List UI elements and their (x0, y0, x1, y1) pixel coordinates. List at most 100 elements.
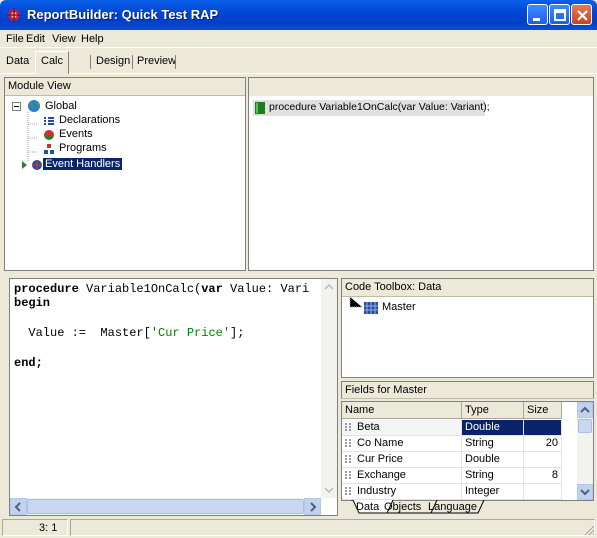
status-panel: 3: 1 (2, 519, 68, 536)
events-icon (44, 130, 54, 140)
table-icon (364, 302, 378, 314)
tree-item-programs[interactable]: Programs (59, 142, 107, 154)
tab-separator (175, 55, 176, 69)
code-toolbox-panel: Code Toolbox: Data Master (341, 278, 594, 378)
fields-grid[interactable]: Name Type Size Beta Double Co Name String 20… (341, 401, 594, 501)
field-name-label: Exchange (357, 469, 406, 481)
tree-item-events[interactable]: Events (59, 128, 93, 140)
column-name-header[interactable]: Name (342, 402, 462, 419)
bottom-tab-language[interactable]: Language (428, 501, 477, 513)
field-grip-icon (345, 439, 351, 448)
menu-bar: File Edit View Help (0, 30, 597, 48)
workspace-tabs: Data Calc Design Preview (0, 50, 597, 74)
procedure-item[interactable]: procedure Variable1OnCalc(var Value: Var… (253, 100, 490, 116)
status-bar: 3: 1 (0, 516, 597, 538)
vertical-scrollbar[interactable] (321, 279, 337, 498)
size-grip-icon[interactable] (583, 524, 595, 536)
field-size-cell[interactable] (524, 484, 562, 500)
scroll-up-icon[interactable] (321, 279, 337, 295)
tab-preview[interactable]: Preview (137, 55, 176, 67)
tab-separator (132, 55, 133, 69)
app-icon (7, 8, 21, 22)
tab-data[interactable]: Data (6, 55, 29, 67)
procedure-item-label: procedure Variable1OnCalc(var Value: Var… (269, 101, 490, 113)
code-line-1: procedure Variable1OnCalc(var Value: Var… (14, 282, 310, 296)
field-name-label: Cur Price (357, 453, 403, 465)
tree-item-declarations[interactable]: Declarations (59, 114, 120, 126)
fields-header: Fields for Master (341, 381, 594, 399)
field-size-cell[interactable]: 8 (524, 468, 562, 484)
minimize-button[interactable] (527, 4, 548, 25)
maximize-icon (554, 9, 566, 21)
code-editor[interactable]: procedure Variable1OnCalc(var Value: Var… (9, 278, 338, 516)
field-type-cell[interactable]: Double (462, 452, 524, 468)
bottom-tab-data[interactable]: Data (356, 501, 379, 513)
close-button[interactable] (571, 4, 592, 25)
fields-scrollbar[interactable] (577, 402, 593, 500)
menu-view[interactable]: View (52, 33, 76, 45)
tree-item-event-handlers[interactable]: Event Handlers (43, 158, 123, 170)
field-type-cell[interactable]: String (462, 436, 524, 452)
cursor-position: 3: 1 (39, 522, 58, 534)
close-icon (577, 10, 588, 21)
globe-icon (28, 100, 40, 112)
field-name-cell[interactable]: Cur Price (342, 452, 462, 468)
event-handlers-icon (22, 160, 42, 170)
field-name-label: Co Name (357, 437, 404, 449)
field-type-cell[interactable]: Integer (462, 484, 524, 500)
procedure-icon (255, 102, 265, 114)
code-toolbox-header: Code Toolbox: Data (342, 279, 593, 297)
field-size-cell[interactable] (524, 420, 562, 436)
field-grip-icon (345, 471, 351, 480)
fields-scroll-up-button[interactable] (577, 402, 593, 418)
tree-item-global[interactable]: Global (45, 100, 77, 112)
scroll-down-icon[interactable] (321, 482, 337, 498)
field-type-cell[interactable]: String (462, 468, 524, 484)
module-view-panel: Module View Global Declarations Events P… (4, 77, 246, 271)
fields-panel: Fields for Master Name Type Size Beta Dou… (341, 381, 594, 516)
field-name-label: Industry (357, 485, 397, 497)
maximize-button[interactable] (549, 4, 570, 25)
toolbox-item-master[interactable]: Master (382, 301, 416, 313)
status-panel-right (70, 519, 595, 536)
declarations-icon (44, 117, 54, 125)
module-view-header: Module View (5, 78, 245, 96)
field-name-cell[interactable]: Co Name (342, 436, 462, 452)
scroll-thumb[interactable] (27, 499, 304, 514)
code-line-2: begin (14, 296, 51, 310)
window-title: ReportBuilder: Quick Test RAP (27, 7, 219, 22)
programs-icon (44, 144, 54, 154)
field-grip-icon (345, 423, 351, 432)
field-type-cell[interactable]: Double (462, 420, 524, 436)
menu-file[interactable]: File (6, 33, 24, 45)
tab-design[interactable]: Design (96, 55, 130, 67)
tab-calc[interactable]: Calc (35, 51, 70, 74)
scroll-left-button[interactable] (10, 498, 27, 515)
horizontal-scrollbar[interactable] (10, 498, 321, 515)
bottom-tab-objects[interactable]: Objects (384, 501, 421, 513)
field-grip-icon (345, 455, 351, 464)
field-name-label: Beta (357, 421, 380, 433)
menu-edit[interactable]: Edit (26, 33, 45, 45)
field-size-cell[interactable]: 20 (524, 436, 562, 452)
field-name-cell[interactable]: Exchange (342, 468, 462, 484)
scroll-right-icon (310, 502, 317, 512)
title-bar: ReportBuilder: Quick Test RAP (0, 0, 597, 30)
menu-help[interactable]: Help (81, 33, 104, 45)
code-line-4: Value := Master['Cur Price']; (14, 326, 245, 340)
code-line-6: end; (14, 356, 43, 370)
scroll-right-button[interactable] (304, 498, 321, 515)
tab-separator (90, 55, 91, 69)
scroll-down-icon (580, 489, 590, 496)
scroll-up-icon (580, 406, 590, 413)
scroll-left-icon (14, 502, 21, 512)
column-size-header[interactable]: Size (524, 402, 562, 419)
column-type-header[interactable]: Type (462, 402, 524, 419)
field-name-cell[interactable]: Industry (342, 484, 462, 500)
minimize-icon (533, 18, 540, 21)
fields-scroll-down-button[interactable] (577, 484, 593, 500)
field-name-cell[interactable]: Beta (342, 420, 462, 436)
field-grip-icon (345, 487, 351, 496)
field-size-cell[interactable] (524, 452, 562, 468)
fields-scroll-thumb[interactable] (578, 419, 592, 433)
